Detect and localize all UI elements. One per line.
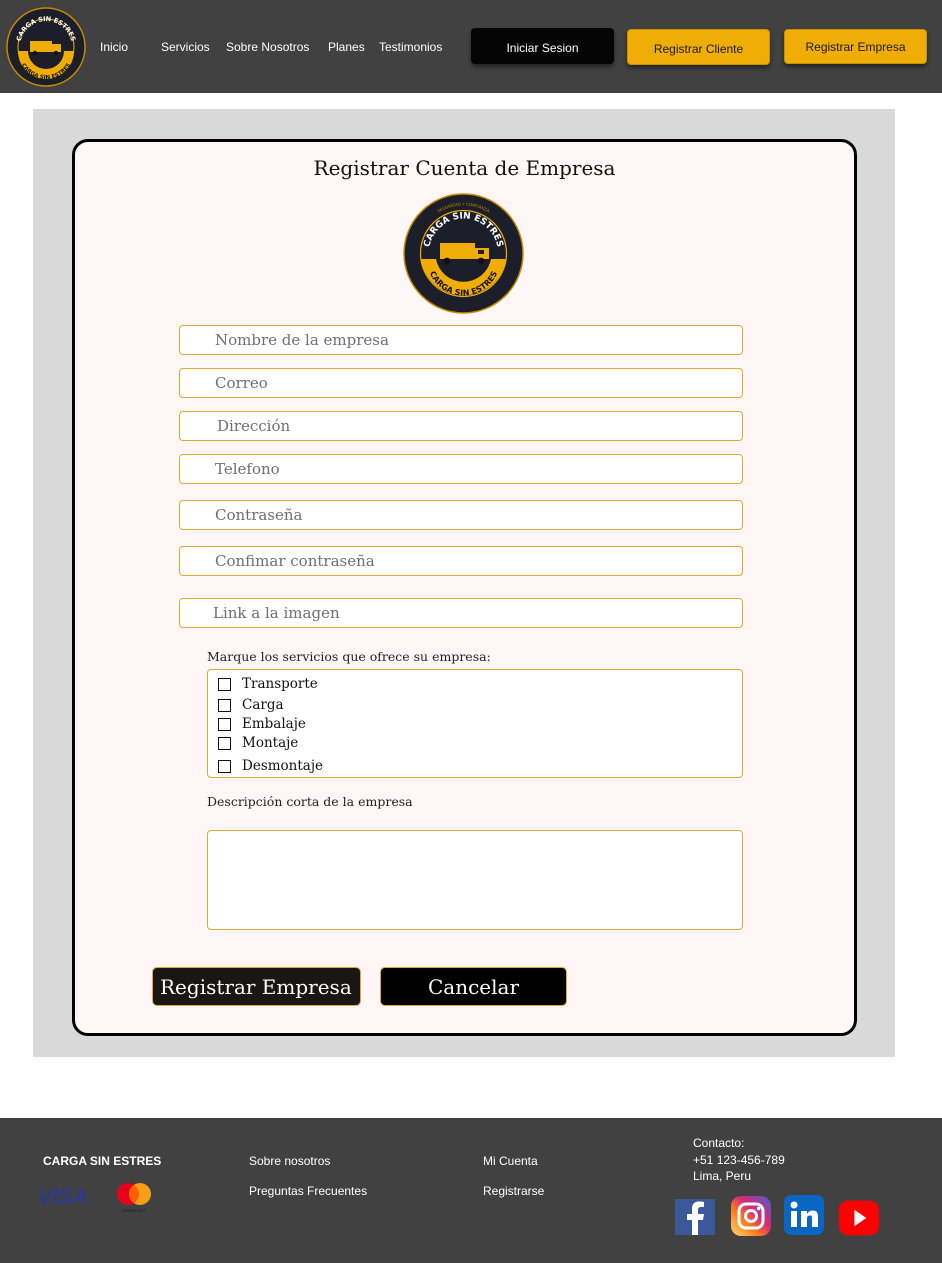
description-textarea[interactable] — [207, 830, 743, 930]
service-label: Embalaje — [242, 716, 306, 732]
image-link-input[interactable]: Link a la imagen — [179, 598, 743, 628]
footer-link-account[interactable]: Mi Cuenta — [483, 1154, 538, 1168]
mastercard-logo: mastercard — [117, 1183, 151, 1213]
nav-inicio[interactable]: Inicio — [100, 40, 128, 54]
mastercard-wordmark: mastercard — [123, 1208, 146, 1213]
password-input[interactable]: Contraseña — [179, 500, 743, 530]
linkedin-icon[interactable] — [783, 1194, 825, 1236]
checkbox[interactable] — [218, 759, 231, 773]
register-company-nav-button[interactable]: Registrar Empresa — [784, 29, 927, 64]
contact-title: Contacto: — [693, 1136, 745, 1150]
checkbox[interactable] — [218, 717, 231, 731]
company-logo: CARGA SIN ESTRES CARGA SIN ESTRES SEGURI… — [403, 193, 524, 314]
address-input[interactable]: Dirección — [179, 411, 743, 441]
youtube-icon[interactable] — [838, 1197, 880, 1239]
confirm-password-input[interactable]: Confimar contraseña — [179, 546, 743, 576]
description-label: Descripción corta de la empresa — [207, 794, 413, 809]
company-name-input[interactable]: Nombre de la empresa — [179, 325, 743, 355]
service-option-montaje[interactable]: Montaje — [218, 735, 298, 751]
form-title: Registrar Cuenta de Empresa — [313, 156, 616, 180]
phone-input[interactable]: Telefono — [179, 454, 743, 484]
login-button[interactable]: Iniciar Sesion — [471, 28, 614, 64]
checkbox[interactable] — [218, 698, 231, 712]
services-label: Marque los servicios que ofrece su empre… — [207, 649, 491, 664]
instagram-icon[interactable] — [730, 1195, 772, 1237]
checkbox[interactable] — [218, 736, 231, 750]
service-option-desmontaje[interactable]: Desmontaje — [218, 758, 323, 774]
service-label: Montaje — [242, 735, 299, 751]
service-label: Carga — [242, 697, 284, 713]
nav-sobre-nosotros[interactable]: Sobre Nosotros — [226, 40, 309, 54]
checkbox[interactable] — [218, 677, 231, 691]
brand-logo[interactable]: CARGA SIN ESTRES CARGA SIN ESTRES — [6, 7, 86, 87]
cancel-button[interactable]: Cancelar — [380, 967, 567, 1006]
nav-servicios[interactable]: Servicios — [161, 40, 210, 54]
footer-link-faq[interactable]: Preguntas Frecuentes — [249, 1184, 367, 1198]
email-input[interactable]: Correo — [179, 368, 743, 398]
nav-planes[interactable]: Planes — [328, 40, 365, 54]
service-option-transporte[interactable]: Transporte — [218, 676, 318, 692]
service-label: Transporte — [242, 676, 318, 692]
service-option-carga[interactable]: Carga — [218, 697, 284, 713]
register-client-button[interactable]: Registrar Cliente — [627, 29, 770, 65]
register-company-button[interactable]: Registrar Empresa — [152, 967, 361, 1006]
footer-link-about[interactable]: Sobre nosotros — [249, 1154, 330, 1168]
footer-link-signup[interactable]: Registrarse — [483, 1184, 544, 1198]
footer-brand: CARGA SIN ESTRES — [43, 1154, 162, 1168]
service-label: Desmontaje — [242, 758, 324, 774]
nav-testimonios[interactable]: Testimonios — [379, 40, 442, 54]
service-option-embalaje[interactable]: Embalaje — [218, 716, 306, 732]
visa-logo: VISA — [38, 1184, 88, 1209]
facebook-icon[interactable] — [674, 1196, 716, 1238]
contact-city: Lima, Peru — [693, 1169, 752, 1183]
contact-phone: +51 123-456-789 — [693, 1153, 785, 1167]
